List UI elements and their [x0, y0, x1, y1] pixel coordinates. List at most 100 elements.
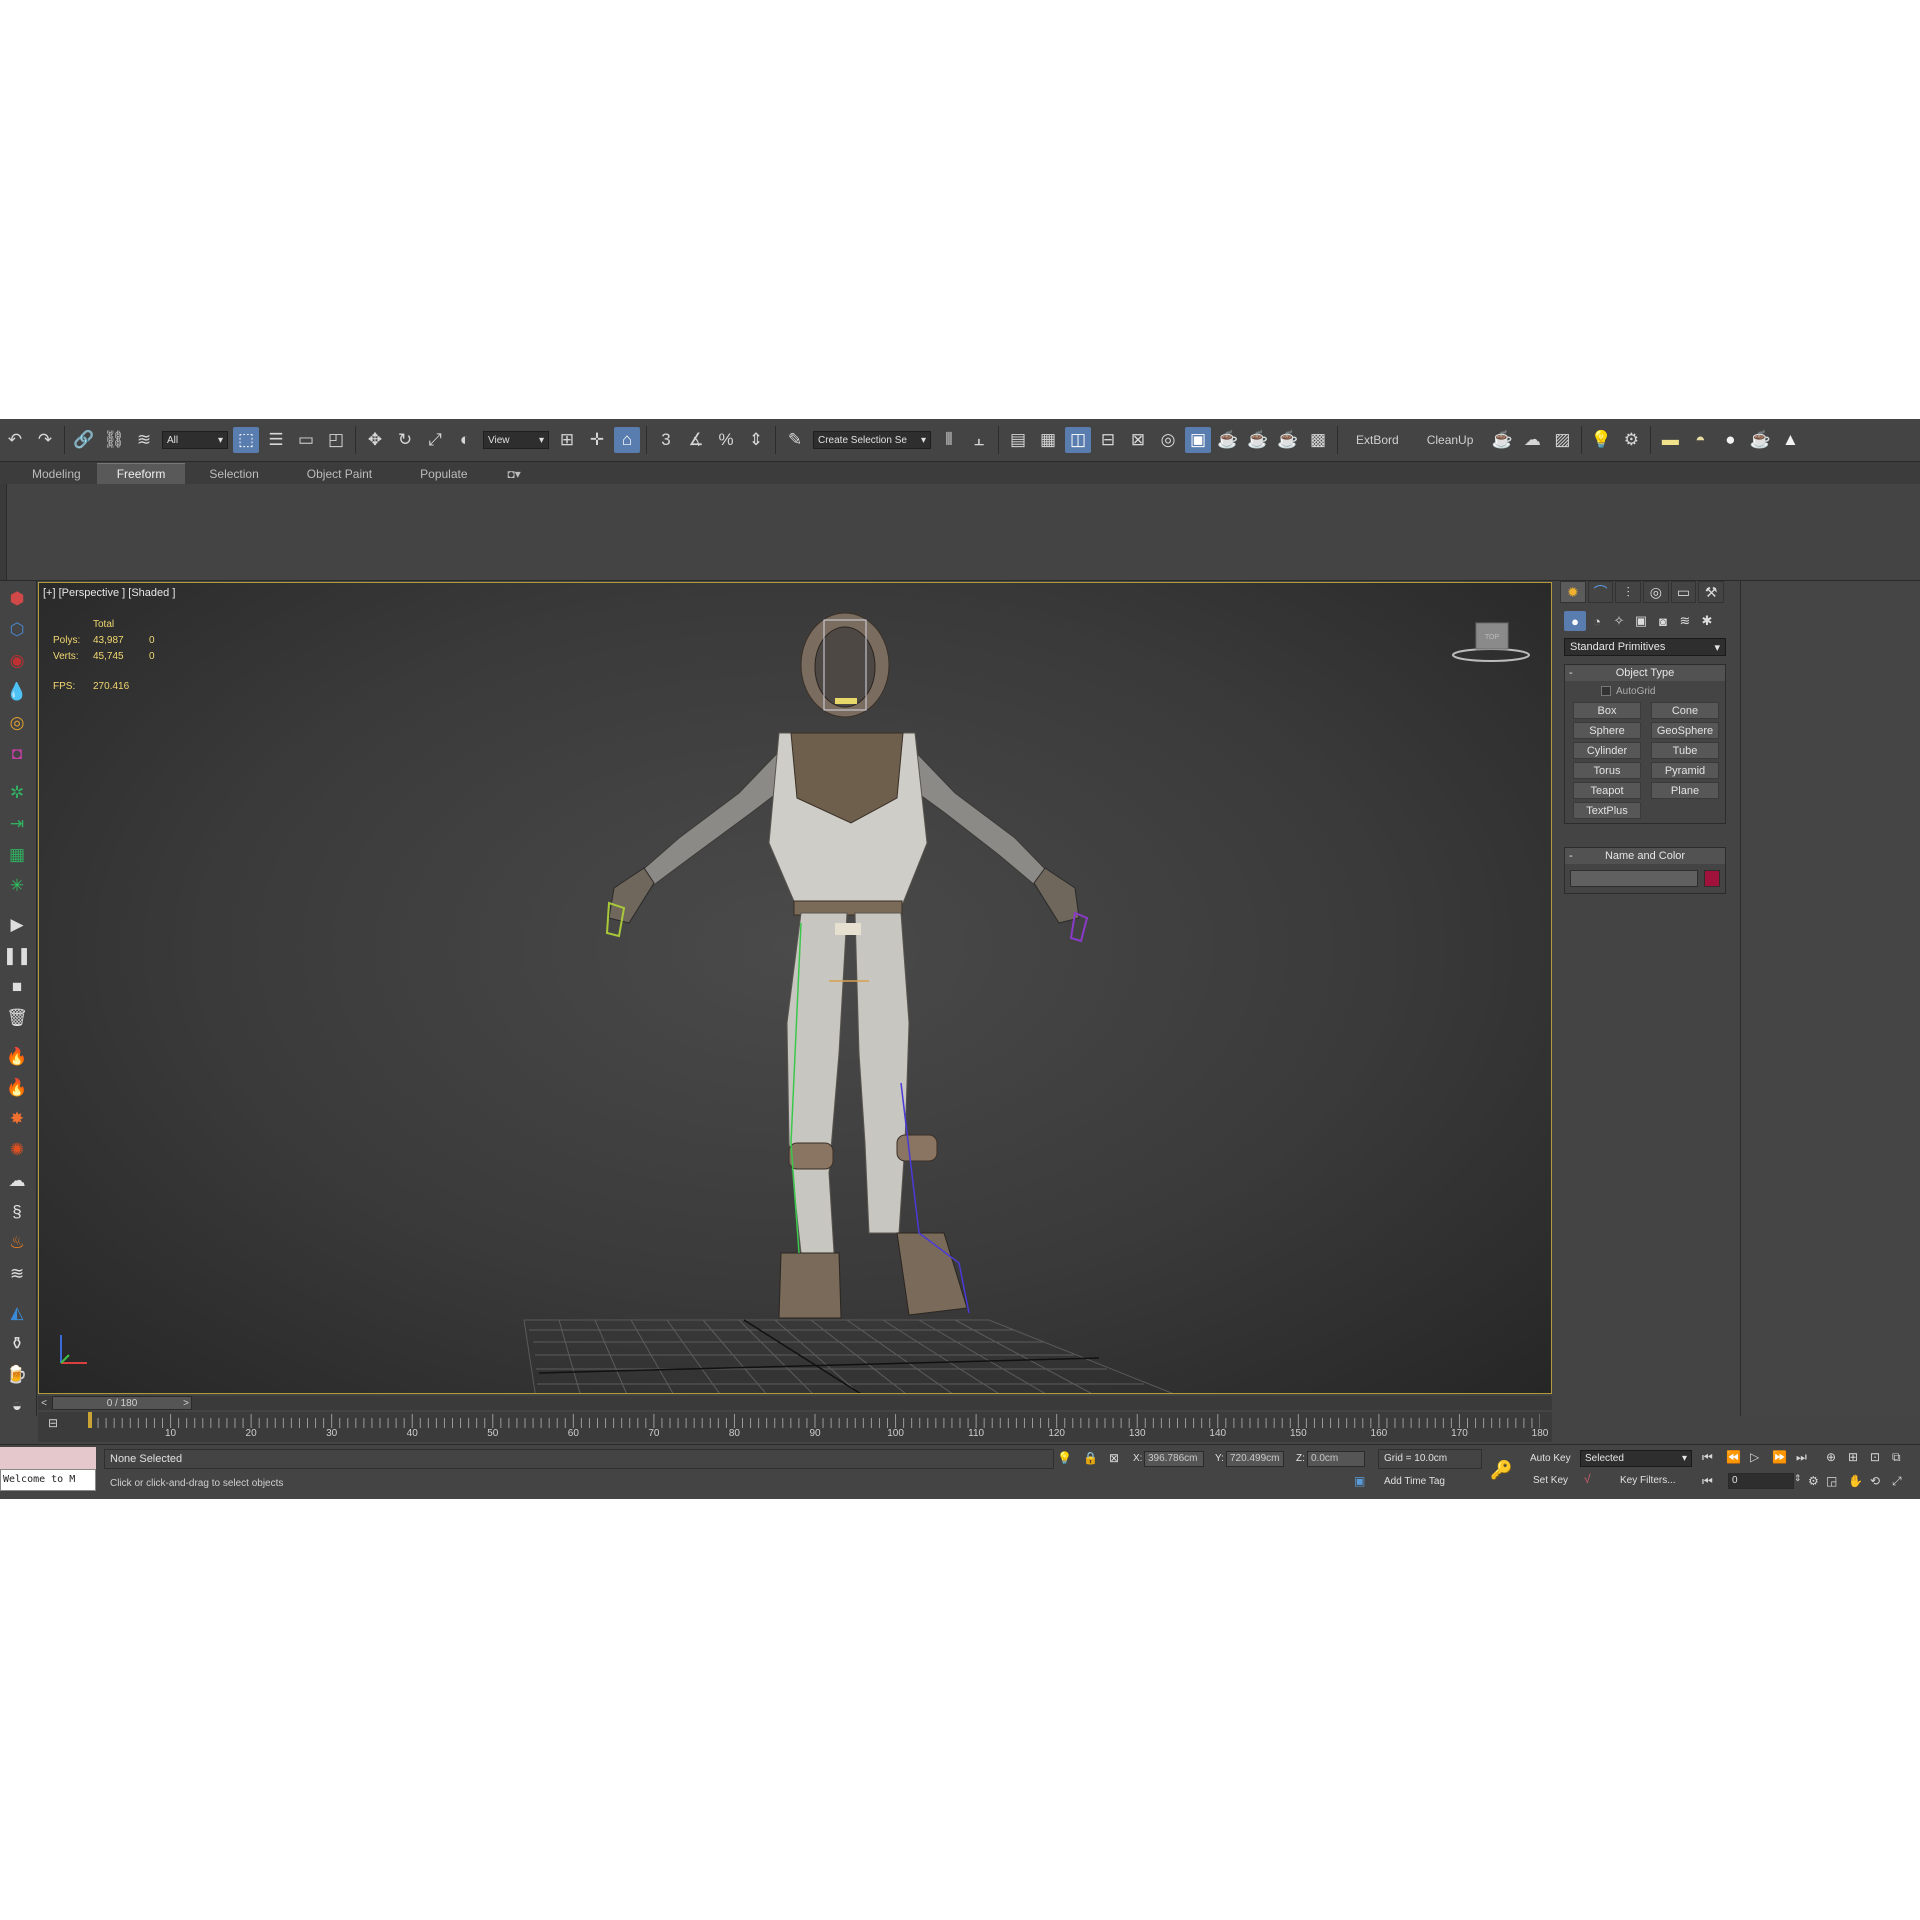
key-icon[interactable]: 🔑 [1490, 1460, 1512, 1481]
selection-filter-dropdown[interactable]: All ▾ [162, 431, 228, 449]
time-config-icon[interactable]: ⚙ [1808, 1474, 1819, 1488]
tab-selection[interactable]: Selection [185, 464, 282, 484]
systems-category-icon[interactable]: ✱ [1696, 611, 1718, 631]
light-bulb-icon[interactable]: 💡 [1588, 427, 1614, 453]
tab-populate[interactable]: Populate [396, 464, 491, 484]
mirror-icon[interactable]: ⫴ [936, 427, 962, 453]
category-dropdown[interactable]: Standard Primitives ▾ [1564, 638, 1726, 656]
key-tangent-icon[interactable]: √ [1584, 1472, 1591, 1486]
undo-icon[interactable]: ↶ [2, 427, 28, 453]
render-iterative-icon[interactable]: ☕ [1245, 427, 1271, 453]
pan-view-icon[interactable]: ✋ [1848, 1474, 1863, 1488]
maxscript-mini-listener[interactable]: Welcome to M [0, 1469, 96, 1491]
link-icon[interactable]: 🔗 [71, 427, 97, 453]
auto-key-button[interactable]: Auto Key [1530, 1453, 1571, 1464]
lights-category-icon[interactable]: ✧ [1608, 611, 1630, 631]
beer-icon[interactable]: 🍺 [5, 1363, 29, 1387]
stop-icon[interactable]: ■ [5, 975, 29, 999]
absolute-mode-icon[interactable]: ⊠ [1109, 1451, 1119, 1465]
green-grid-icon[interactable]: ▦ [5, 843, 29, 867]
swirl-smoke-icon[interactable]: § [5, 1200, 29, 1224]
geometry-category-icon[interactable]: ● [1564, 611, 1586, 631]
isolate-selection-icon[interactable]: 💡 [1057, 1451, 1072, 1465]
move-icon[interactable]: ✥ [362, 427, 388, 453]
modify-tab-icon[interactable]: ⌒ [1587, 581, 1614, 603]
object-type-header[interactable]: - Object Type [1565, 665, 1725, 681]
frame-spinner-icon[interactable]: ⇕ [1794, 1473, 1802, 1484]
percent-snap-icon[interactable]: % [713, 427, 739, 453]
fire-icon[interactable]: 🔥 [5, 1045, 29, 1069]
cleanup-button[interactable]: CleanUp [1427, 433, 1474, 447]
set-key-button[interactable]: Set Key [1533, 1475, 1568, 1486]
sphere-button[interactable]: Sphere [1573, 722, 1641, 739]
teapot-button[interactable]: Teapot [1573, 782, 1641, 799]
previous-frame-arrow[interactable]: < [38, 1396, 50, 1410]
next-key-icon[interactable]: ⏩ [1772, 1450, 1787, 1464]
trash-icon[interactable]: 🗑 [5, 1006, 29, 1030]
angle-snap-icon[interactable]: ∡ [683, 427, 709, 453]
autogrid-checkbox[interactable]: AutoGrid [1601, 684, 1725, 698]
plane-shape-icon[interactable]: ▬ [1657, 427, 1683, 453]
key-mode-toggle-icon[interactable]: ⏮ [1702, 1474, 1713, 1489]
rendered-frame-window-icon[interactable]: ▣ [1185, 427, 1211, 453]
teapot-shape-icon[interactable]: ☕ [1747, 427, 1773, 453]
named-selection-dropdown[interactable]: Create Selection Se ▾ [813, 431, 931, 449]
green-arrow-icon[interactable]: ⇥ [5, 812, 29, 836]
drop-icon[interactable]: 💧 [5, 680, 29, 704]
snaps-toggle-icon[interactable]: 3 [653, 427, 679, 453]
curve-editor-icon[interactable]: ◫ [1065, 427, 1091, 453]
rotate-icon[interactable]: ↻ [392, 427, 418, 453]
torus-button[interactable]: Torus [1573, 762, 1641, 779]
utilities-tab-icon[interactable]: ⚒ [1698, 581, 1725, 603]
bottle-icon[interactable]: ⚱ [5, 1332, 29, 1356]
track-bar[interactable]: ⊟ 10 20 30 40 50 60 70 80 90 100 110 120 130 140 150 16… [38, 1412, 1552, 1442]
key-mode-dropdown[interactable]: Selected ▾ [1580, 1450, 1692, 1467]
tab-object-paint[interactable]: Object Paint [283, 464, 396, 484]
create-sphere-icon[interactable]: ◉ [5, 649, 29, 673]
viewport-shading-icon[interactable]: ▨ [1549, 427, 1575, 453]
perspective-viewport[interactable]: [+] [Perspective ] [Shaded ] Total Polys… [38, 582, 1552, 1394]
play-icon[interactable]: ▶ [5, 913, 29, 937]
maxscript-listener-output[interactable] [0, 1447, 96, 1469]
green-star-icon[interactable]: ✳ [5, 874, 29, 898]
field-of-view-icon[interactable]: ◲ [1826, 1474, 1837, 1488]
box-button[interactable]: Box [1573, 702, 1641, 719]
zoom-extents-all-icon[interactable]: ⧉ [1892, 1450, 1901, 1465]
cloud-icon[interactable]: ☁ [1519, 427, 1545, 453]
pink-box-icon[interactable]: ◘ [5, 742, 29, 766]
go-to-start-icon[interactable]: ⏮ [1702, 1450, 1713, 1465]
scale-icon[interactable]: ⤢ [422, 427, 448, 453]
explosion-icon[interactable]: ✸ [5, 1107, 29, 1131]
bind-space-warp-icon[interactable]: ≋ [131, 427, 157, 453]
go-to-end-icon[interactable]: ⏭ [1796, 1450, 1807, 1465]
spinner-snap-icon[interactable]: ⇕ [743, 427, 769, 453]
zoom-icon[interactable]: ⊕ [1826, 1450, 1836, 1464]
current-frame-field[interactable]: 0 [1728, 1473, 1794, 1489]
redo-icon[interactable]: ↷ [32, 427, 58, 453]
render-activeshade-icon[interactable]: ☕ [1275, 427, 1301, 453]
layer-explorer-icon[interactable]: ▤ [1005, 427, 1031, 453]
water-icon[interactable]: ◭ [5, 1301, 29, 1325]
shapes-category-icon[interactable]: ◔ [1586, 611, 1608, 631]
bowl-icon[interactable]: ◒ [5, 1394, 29, 1418]
burst-icon[interactable]: ✺ [5, 1138, 29, 1162]
cone-button[interactable]: Cone [1651, 702, 1719, 719]
object-name-input[interactable] [1570, 870, 1699, 887]
unlink-icon[interactable]: ⛓ [101, 427, 127, 453]
mini-curve-editor-icon[interactable]: ⊟ [48, 1416, 68, 1434]
motion-tab-icon[interactable]: ◎ [1643, 581, 1669, 603]
toggle-ribbon-icon[interactable]: ▦ [1035, 427, 1061, 453]
extbord-button[interactable]: ExtBord [1356, 433, 1399, 447]
checkbox-box[interactable] [1601, 686, 1611, 696]
tab-modeling[interactable]: Modeling [16, 464, 97, 484]
geosphere-button[interactable]: GeoSphere [1651, 722, 1719, 739]
cone-shape-icon[interactable]: ▲ [1777, 427, 1803, 453]
place-icon[interactable]: ◐ [452, 427, 478, 453]
cameras-category-icon[interactable]: ▣ [1630, 611, 1652, 631]
y-coordinate-field[interactable]: 720.499cm [1226, 1451, 1284, 1467]
textplus-button[interactable]: TextPlus [1573, 802, 1641, 819]
object-color-swatch[interactable] [1704, 870, 1720, 887]
create-box-icon[interactable]: ⬡ [5, 618, 29, 642]
reference-coordinate-dropdown[interactable]: View ▾ [483, 431, 549, 449]
cylinder-button[interactable]: Cylinder [1573, 742, 1641, 759]
